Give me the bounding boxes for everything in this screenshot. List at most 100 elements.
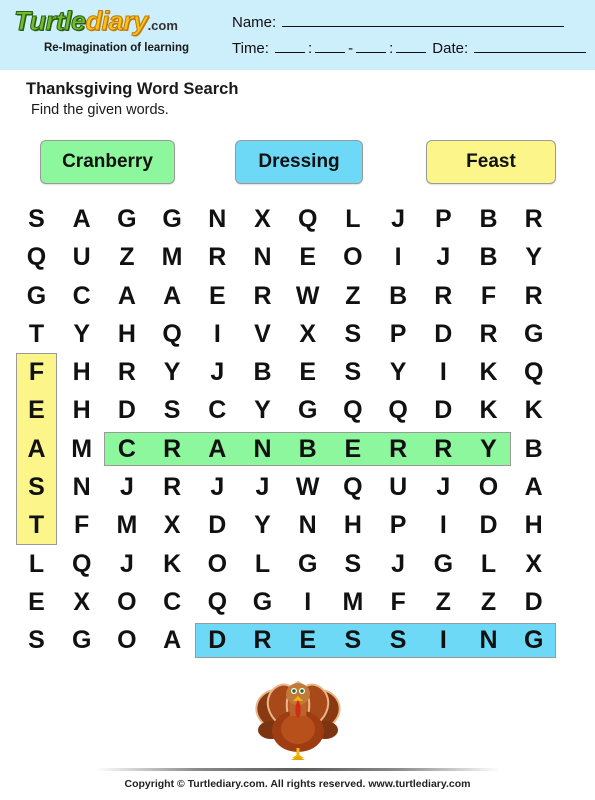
grid-cell-r3c5[interactable]: E [195,277,240,315]
grid-cell-r3c7[interactable]: W [285,277,330,315]
grid-cell-r11c5[interactable]: Q [195,583,240,621]
grid-cell-r10c6[interactable]: L [240,545,285,583]
grid-cell-r4c8[interactable]: S [330,315,375,353]
grid-cell-r8c5[interactable]: J [195,468,240,506]
grid-cell-r2c10[interactable]: J [421,238,466,276]
grid-cell-r2c2[interactable]: U [59,238,104,276]
grid-cell-r7c8[interactable]: E [330,430,375,468]
grid-cell-r9c12[interactable]: H [511,506,556,544]
grid-cell-r1c12[interactable]: R [511,200,556,238]
grid-cell-r1c5[interactable]: N [195,200,240,238]
grid-cell-r3c12[interactable]: R [511,277,556,315]
grid-cell-r2c8[interactable]: O [330,238,375,276]
grid-cell-r10c10[interactable]: G [421,545,466,583]
grid-cell-r7c10[interactable]: R [421,430,466,468]
grid-cell-r7c12[interactable]: B [511,430,556,468]
grid-cell-r7c7[interactable]: B [285,430,330,468]
grid-cell-r12c10[interactable]: I [421,621,466,659]
grid-cell-r9c3[interactable]: M [104,506,149,544]
grid-cell-r4c2[interactable]: Y [59,315,104,353]
grid-cell-r12c7[interactable]: E [285,621,330,659]
grid-cell-r3c6[interactable]: R [240,277,285,315]
grid-cell-r4c3[interactable]: H [104,315,149,353]
time-start-minute-line[interactable] [315,39,346,53]
grid-cell-r8c6[interactable]: J [240,468,285,506]
grid-cell-r10c11[interactable]: L [466,545,511,583]
grid-cell-r9c11[interactable]: D [466,506,511,544]
grid-cell-r8c11[interactable]: O [466,468,511,506]
grid-cell-r3c11[interactable]: F [466,277,511,315]
grid-cell-r12c12[interactable]: G [511,621,556,659]
grid-cell-r6c10[interactable]: D [421,391,466,429]
grid-cell-r6c8[interactable]: Q [330,391,375,429]
grid-cell-r9c2[interactable]: F [59,506,104,544]
grid-cell-r5c2[interactable]: H [59,353,104,391]
grid-cell-r11c3[interactable]: O [104,583,149,621]
grid-cell-r8c4[interactable]: R [150,468,195,506]
grid-cell-r8c1[interactable]: S [14,468,59,506]
grid-cell-r11c6[interactable]: G [240,583,285,621]
grid-cell-r7c4[interactable]: R [150,430,195,468]
grid-cell-r1c1[interactable]: S [14,200,59,238]
word-search-grid[interactable]: SAGGNXQLJPBRQUZMRNEOIJBYGCAAERWZBRFRTYHQ… [14,200,582,660]
grid-cell-r5c8[interactable]: S [330,353,375,391]
grid-cell-r11c7[interactable]: I [285,583,330,621]
grid-cell-r9c9[interactable]: P [376,506,421,544]
grid-cell-r1c3[interactable]: G [104,200,149,238]
grid-cell-r6c11[interactable]: K [466,391,511,429]
word-chip-dressing[interactable]: Dressing [235,140,363,184]
grid-cell-r8c9[interactable]: U [376,468,421,506]
grid-cell-r1c10[interactable]: P [421,200,466,238]
grid-cell-r7c6[interactable]: N [240,430,285,468]
grid-cell-r10c4[interactable]: K [150,545,195,583]
grid-cell-r8c12[interactable]: A [511,468,556,506]
grid-cell-r9c7[interactable]: N [285,506,330,544]
word-chip-cranberry[interactable]: Cranberry [40,140,175,184]
grid-cell-r5c6[interactable]: B [240,353,285,391]
grid-cell-r7c11[interactable]: Y [466,430,511,468]
grid-cell-r10c2[interactable]: Q [59,545,104,583]
grid-cell-r9c4[interactable]: X [150,506,195,544]
grid-cell-r12c9[interactable]: S [376,621,421,659]
grid-cell-r4c1[interactable]: T [14,315,59,353]
time-end-minute-line[interactable] [396,39,427,53]
grid-cell-r6c9[interactable]: Q [376,391,421,429]
grid-cell-r12c4[interactable]: A [150,621,195,659]
grid-cell-r9c6[interactable]: Y [240,506,285,544]
grid-cell-r9c1[interactable]: T [14,506,59,544]
grid-cell-r8c7[interactable]: W [285,468,330,506]
word-chip-feast[interactable]: Feast [426,140,556,184]
grid-cell-r2c3[interactable]: Z [104,238,149,276]
time-end-hour-line[interactable] [356,39,387,53]
time-start-hour-line[interactable] [274,39,305,53]
grid-cell-r2c5[interactable]: R [195,238,240,276]
grid-cell-r2c4[interactable]: M [150,238,195,276]
grid-cell-r5c9[interactable]: Y [376,353,421,391]
grid-cell-r7c2[interactable]: M [59,430,104,468]
grid-cell-r9c10[interactable]: I [421,506,466,544]
grid-cell-r1c2[interactable]: A [59,200,104,238]
grid-cell-r2c12[interactable]: Y [511,238,556,276]
grid-cell-r10c9[interactable]: J [376,545,421,583]
grid-cell-r4c6[interactable]: V [240,315,285,353]
name-input-line[interactable] [282,13,565,27]
grid-cell-r11c10[interactable]: Z [421,583,466,621]
grid-cell-r5c7[interactable]: E [285,353,330,391]
grid-cell-r11c4[interactable]: C [150,583,195,621]
grid-cell-r5c12[interactable]: Q [511,353,556,391]
grid-cell-r1c11[interactable]: B [466,200,511,238]
grid-cell-r1c6[interactable]: X [240,200,285,238]
grid-cell-r12c11[interactable]: N [466,621,511,659]
grid-cell-r9c8[interactable]: H [330,506,375,544]
grid-cell-r9c5[interactable]: D [195,506,240,544]
grid-cell-r3c8[interactable]: Z [330,277,375,315]
grid-cell-r12c6[interactable]: R [240,621,285,659]
grid-cell-r5c1[interactable]: F [14,353,59,391]
grid-cell-r3c3[interactable]: A [104,277,149,315]
grid-cell-r1c8[interactable]: L [330,200,375,238]
grid-cell-r3c2[interactable]: C [59,277,104,315]
grid-cell-r3c10[interactable]: R [421,277,466,315]
grid-cell-r8c2[interactable]: N [59,468,104,506]
grid-cell-r2c6[interactable]: N [240,238,285,276]
grid-cell-r11c9[interactable]: F [376,583,421,621]
